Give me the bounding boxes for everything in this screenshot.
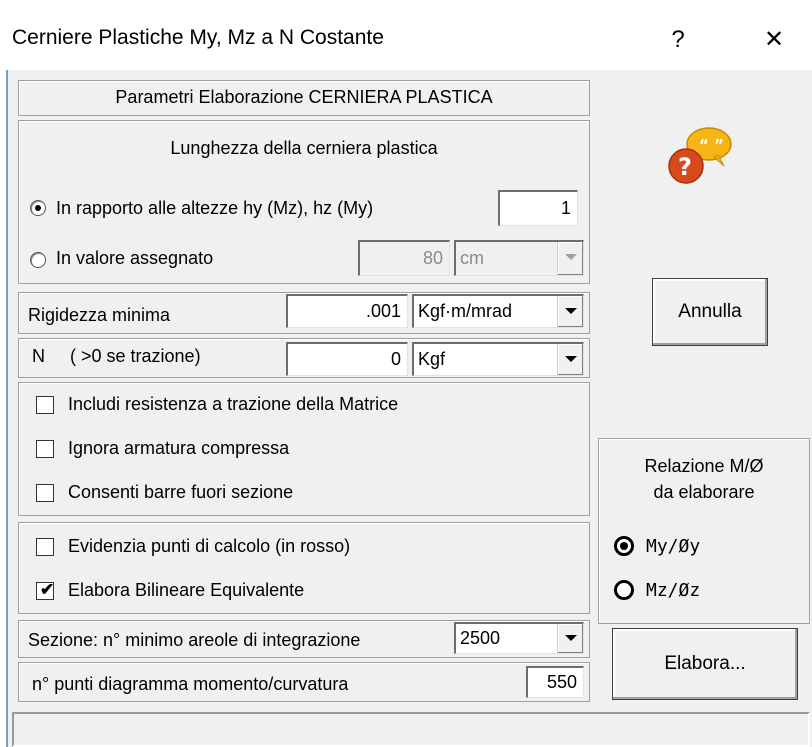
radio-dot [620,542,628,550]
relation-my-radio[interactable] [614,536,634,556]
assigned-label: In valore assegnato [56,248,214,268]
relation-my-label: My/Øy [646,536,701,557]
axial-value-input[interactable]: 0 [286,342,408,376]
check-ignore-compressed-label: Ignora armatura compressa [68,438,290,458]
help-speech-bubble-icon: “ ” ? [656,124,736,194]
stiffness-unit-select[interactable]: Kgf·m/mrad [412,294,584,328]
check-ignore-compressed[interactable] [36,440,54,458]
assigned-unit-select[interactable]: cm [454,240,584,276]
section-label: Sezione: n° minimo areole di integrazion… [28,630,361,650]
axial-unit-select[interactable]: Kgf [412,342,584,376]
check-bilinear[interactable]: ✔ [36,580,55,600]
assigned-value-input[interactable]: 80 [358,240,450,276]
title-bar: Cerniere Plastiche My, Mz a N Costante ?… [0,0,812,80]
status-bar [12,712,810,747]
section-value: 2500 [460,628,501,648]
relation-title-line2: da elaborare [653,482,755,502]
check-bars-outside[interactable] [36,484,54,502]
relation-mz-radio[interactable] [614,580,634,600]
check-highlight-points-label: Evidenzia punti di calcolo (in rosso) [68,536,351,556]
help-button[interactable]: ? [650,18,706,62]
stiffness-value-input[interactable]: .001 [286,294,408,328]
chevron-down-icon [557,344,583,375]
section-select[interactable]: 2500 [454,622,584,654]
check-highlight-points[interactable] [36,538,54,556]
diagram-label: n° punti diagramma momento/curvatura [32,674,349,694]
assigned-unit-value: cm [460,248,484,268]
cancel-button[interactable]: Annulla [652,278,768,346]
check-bilinear-label: Elabora Bilineare Equivalente [68,580,305,600]
check-matrix-tension[interactable] [36,396,54,414]
stiffness-unit-value: Kgf·m/mrad [418,301,513,321]
relation-title-line1: Relazione M/Ø [644,456,764,476]
params-header: Parametri Elaborazione CERNIERA PLASTICA [115,87,493,107]
stiffness-label: Rigidezza minima [28,305,171,325]
ratio-label: In rapporto alle altezze hy (Mz), hz (My… [56,198,374,218]
check-bars-outside-label: Consenti barre fuori sezione [68,482,294,502]
chevron-down-icon [557,624,583,653]
check-matrix-tension-label: Includi resistenza a trazione della Matr… [68,394,399,414]
run-button[interactable]: Elabora... [612,628,798,700]
ratio-radio[interactable] [30,200,46,216]
window-title: Cerniere Plastiche My, Mz a N Costante [12,26,384,49]
chevron-down-icon [557,242,583,275]
diagram-points-input[interactable]: 550 [526,666,584,698]
svg-text:?: ? [678,153,692,181]
hinge-length-title: Lunghezza della cerniera plastica [170,138,438,158]
relation-mz-label: Mz/Øz [646,580,701,601]
close-button[interactable]: ✕ [746,18,802,62]
params-header-panel: Parametri Elaborazione CERNIERA PLASTICA [18,80,590,116]
axial-label: N ( >0 se trazione) [32,346,201,366]
ratio-value-input[interactable]: 1 [498,190,578,226]
assigned-radio[interactable] [30,252,46,268]
radio-dot [35,205,41,211]
checkmark-icon: ✔ [40,580,55,599]
chevron-down-icon [557,296,583,327]
axial-unit-value: Kgf [418,349,446,369]
svg-text:“ ”: “ ” [699,136,724,154]
